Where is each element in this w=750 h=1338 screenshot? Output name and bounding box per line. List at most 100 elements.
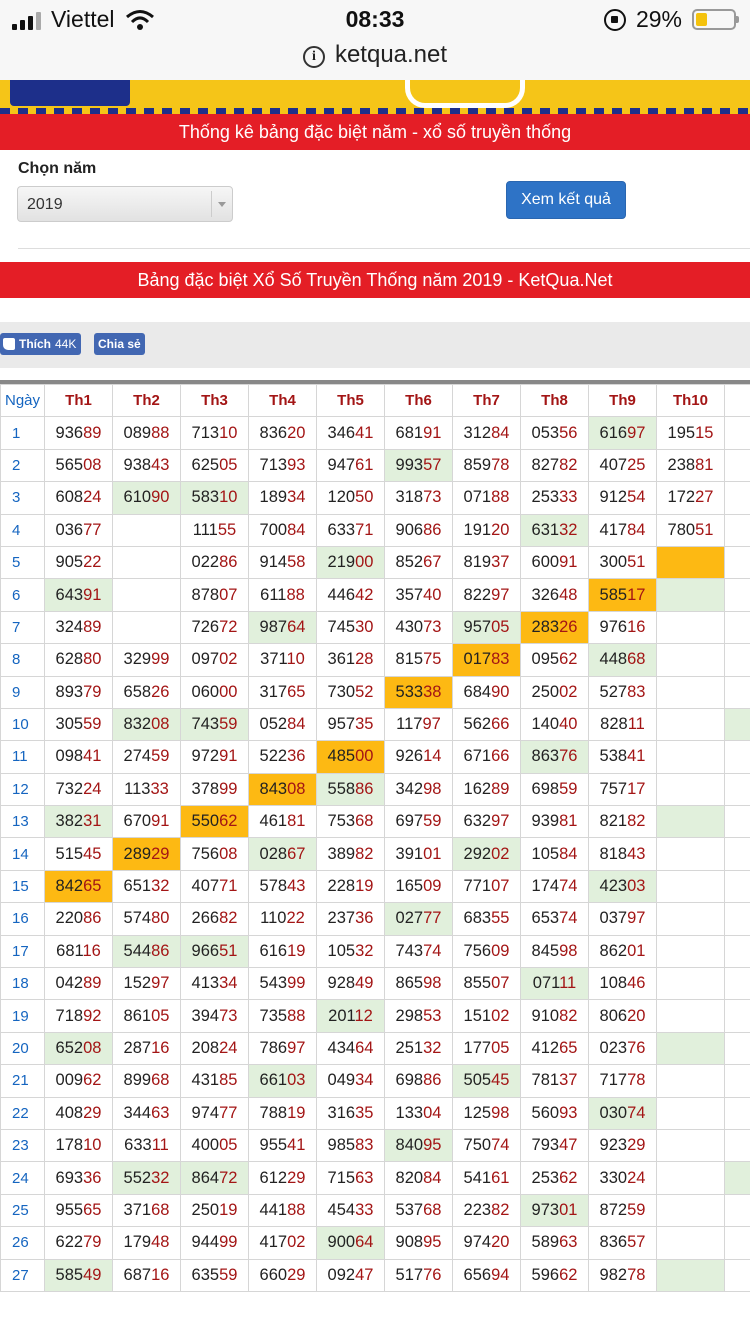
result-cell: [657, 1194, 725, 1226]
facebook-share-button[interactable]: Chia sẻ: [94, 333, 145, 355]
day-link[interactable]: 16: [1, 903, 45, 935]
result-cell: 74374: [385, 935, 453, 967]
result-cell: [657, 644, 725, 676]
day-link[interactable]: 7: [1, 611, 45, 643]
result-cell: [657, 1162, 725, 1194]
table-header-row: NgàyTh1Th2Th3Th4Th5Th6Th7Th8Th9Th10Th: [1, 385, 750, 417]
day-link[interactable]: 13: [1, 806, 45, 838]
ad-banner[interactable]: [0, 80, 750, 114]
result-cell: 17474: [521, 870, 589, 902]
result-cell: 61188: [249, 579, 317, 611]
year-select[interactable]: 2019: [17, 186, 233, 222]
results-table: NgàyTh1Th2Th3Th4Th5Th6Th7Th8Th9Th10Th 19…: [0, 384, 750, 1292]
result-cell: 85978: [453, 449, 521, 481]
result-cell: 83657: [589, 1227, 657, 1259]
result-cell: 63559: [181, 1259, 249, 1291]
result-cell: 43464: [317, 1032, 385, 1064]
result-cell: [657, 1000, 725, 1032]
result-cell: 62505: [181, 449, 249, 481]
day-link[interactable]: 1: [1, 417, 45, 449]
column-header-month: Th8: [521, 385, 589, 417]
day-link[interactable]: 10: [1, 708, 45, 740]
day-link[interactable]: 6: [1, 579, 45, 611]
result-cell: 10584: [521, 838, 589, 870]
result-cell: 90686: [385, 514, 453, 546]
day-link[interactable]: 25: [1, 1194, 45, 1226]
result-cell: 27459: [113, 741, 181, 773]
result-cell: 95705: [453, 611, 521, 643]
day-link[interactable]: 27: [1, 1259, 45, 1291]
day-link[interactable]: 14: [1, 838, 45, 870]
day-link[interactable]: 4: [1, 514, 45, 546]
result-cell: [657, 1259, 725, 1291]
result-cell: 84095: [385, 1129, 453, 1161]
result-cell: 86598: [385, 968, 453, 1000]
results-table-container[interactable]: NgàyTh1Th2Th3Th4Th5Th6Th7Th8Th9Th10Th 19…: [0, 380, 750, 1338]
result-cell: [725, 449, 750, 481]
address-bar[interactable]: iketqua.net: [0, 40, 750, 80]
result-cell: 55232: [113, 1162, 181, 1194]
result-cell: 85507: [453, 968, 521, 1000]
result-cell: [657, 806, 725, 838]
result-cell: 03677: [45, 514, 113, 546]
result-cell: 91254: [589, 482, 657, 514]
day-link[interactable]: 21: [1, 1065, 45, 1097]
day-link[interactable]: 23: [1, 1129, 45, 1161]
facebook-like-button[interactable]: Thích 44K: [0, 333, 81, 355]
result-cell: [725, 1065, 750, 1097]
result-cell: 36128: [317, 644, 385, 676]
result-cell: 68116: [45, 935, 113, 967]
result-cell: 83208: [113, 708, 181, 740]
day-link[interactable]: 20: [1, 1032, 45, 1064]
day-link[interactable]: 22: [1, 1097, 45, 1129]
result-cell: 74530: [317, 611, 385, 643]
result-cell: 11155: [181, 514, 249, 546]
result-cell: [657, 611, 725, 643]
result-cell: 13304: [385, 1097, 453, 1129]
result-cell: 58963: [521, 1227, 589, 1259]
day-link[interactable]: 9: [1, 676, 45, 708]
result-cell: 81937: [453, 546, 521, 578]
result-cell: [725, 417, 750, 449]
result-cell: [725, 611, 750, 643]
day-link[interactable]: 24: [1, 1162, 45, 1194]
result-cell: 97616: [589, 611, 657, 643]
result-cell: 60091: [521, 546, 589, 578]
day-link[interactable]: 3: [1, 482, 45, 514]
result-cell: 69759: [385, 806, 453, 838]
result-cell: 73224: [45, 773, 113, 805]
result-cell: 57843: [249, 870, 317, 902]
day-link[interactable]: 19: [1, 1000, 45, 1032]
result-cell: 17948: [113, 1227, 181, 1259]
result-cell: 07188: [453, 482, 521, 514]
day-link[interactable]: 5: [1, 546, 45, 578]
result-cell: 22819: [317, 870, 385, 902]
day-link[interactable]: 18: [1, 968, 45, 1000]
result-cell: 18934: [249, 482, 317, 514]
result-cell: 86201: [589, 935, 657, 967]
day-link[interactable]: 11: [1, 741, 45, 773]
result-cell: 44188: [249, 1194, 317, 1226]
result-cell: 59662: [521, 1259, 589, 1291]
like-label: Thích: [19, 333, 51, 355]
table-row: 8628803299909702371103612881575017830956…: [1, 644, 750, 676]
result-cell: 97420: [453, 1227, 521, 1259]
view-results-button[interactable]: Xem kết quả: [506, 181, 626, 219]
like-count: 44K: [55, 333, 76, 355]
day-link[interactable]: 26: [1, 1227, 45, 1259]
result-cell: 82182: [589, 806, 657, 838]
day-link[interactable]: 17: [1, 935, 45, 967]
info-icon[interactable]: i: [303, 46, 325, 68]
result-cell: 72672: [181, 611, 249, 643]
column-header-month: Th6: [385, 385, 453, 417]
ad-logo-shape: [10, 80, 130, 106]
result-cell: 74359: [181, 708, 249, 740]
day-link[interactable]: 2: [1, 449, 45, 481]
result-cell: [725, 838, 750, 870]
day-link[interactable]: 15: [1, 870, 45, 902]
day-link[interactable]: 12: [1, 773, 45, 805]
day-link[interactable]: 8: [1, 644, 45, 676]
result-cell: 62880: [45, 644, 113, 676]
result-cell: 22086: [45, 903, 113, 935]
table-row: 1622086574802668211022237360277768355653…: [1, 903, 750, 935]
